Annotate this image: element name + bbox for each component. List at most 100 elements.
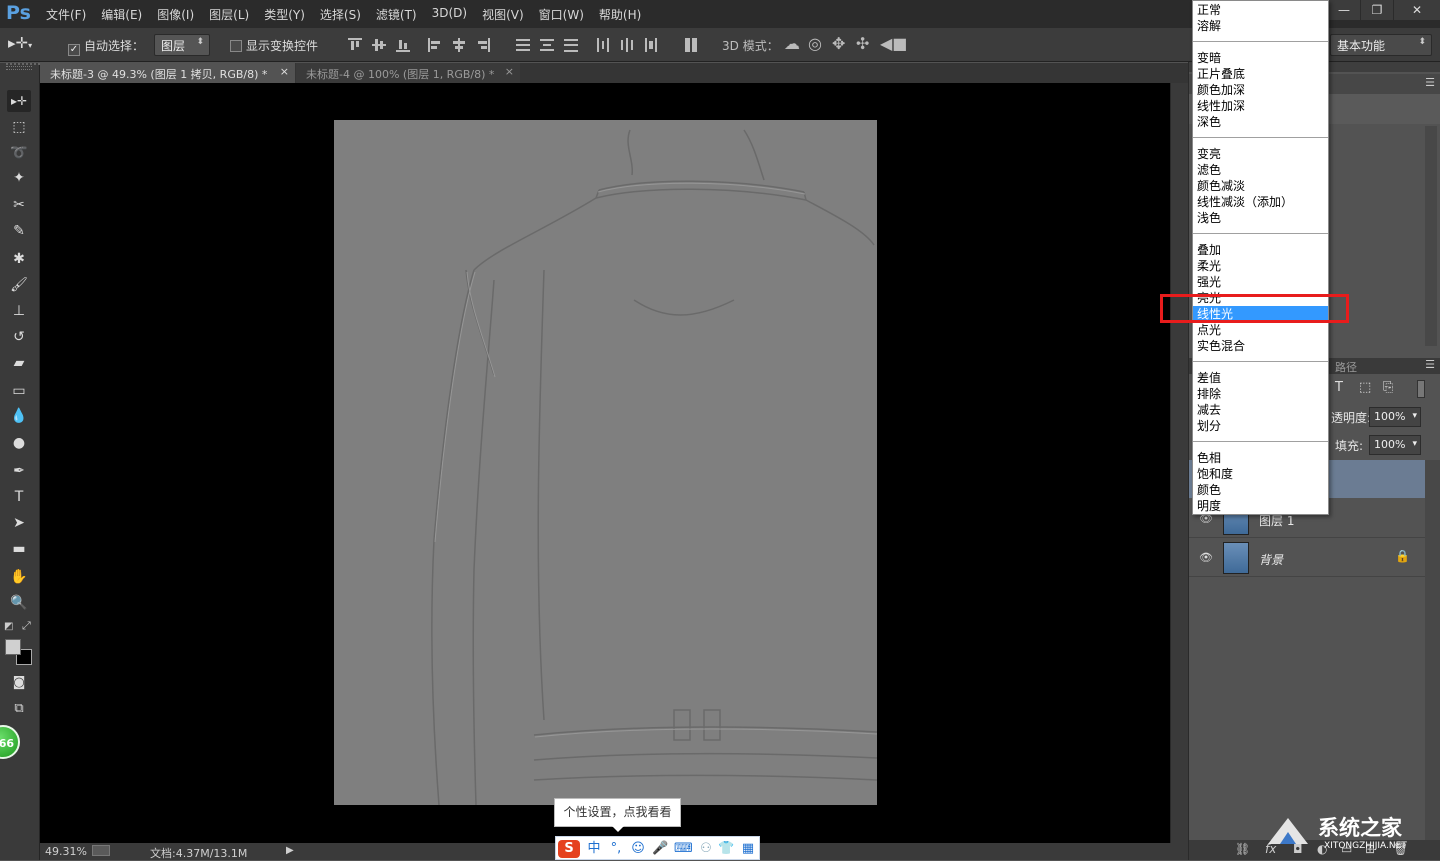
- shape-filter-icon[interactable]: ⬚: [1359, 380, 1371, 395]
- distribute-top-icon[interactable]: [516, 38, 530, 52]
- 3d-slide-icon[interactable]: ✣: [856, 34, 869, 53]
- menu-image[interactable]: 图像(I): [157, 6, 194, 23]
- close-tab-icon[interactable]: ×: [505, 65, 514, 78]
- align-right-icon[interactable]: [476, 38, 490, 52]
- align-left-icon[interactable]: [428, 38, 442, 52]
- distribute-left-icon[interactable]: [596, 38, 610, 52]
- document-canvas[interactable]: [334, 120, 877, 805]
- menu-window[interactable]: 窗口(W): [539, 6, 584, 23]
- crop-tool-icon[interactable]: ✂: [7, 194, 31, 216]
- align-vcenter-icon[interactable]: [372, 38, 386, 52]
- tab-paths[interactable]: 路径: [1335, 359, 1357, 375]
- vertical-scrollbar[interactable]: [1170, 83, 1188, 843]
- skin-icon[interactable]: 👕: [718, 840, 734, 858]
- gradient-tool-icon[interactable]: ▭: [7, 380, 31, 402]
- blend-mode-option[interactable]: 溶解: [1193, 18, 1328, 34]
- eyedropper-tool-icon[interactable]: ✎: [7, 220, 31, 242]
- shape-tool-icon[interactable]: ▬: [7, 538, 31, 560]
- workspace-dropdown[interactable]: 基本功能 ⬍: [1330, 34, 1432, 56]
- blend-mode-option[interactable]: 正片叠底: [1193, 66, 1328, 82]
- auto-align-icon[interactable]: [684, 38, 698, 52]
- blend-mode-option[interactable]: 线性加深: [1193, 98, 1328, 114]
- menu-filter[interactable]: 滤镜(T): [376, 6, 417, 23]
- minimize-button[interactable]: —: [1328, 0, 1360, 20]
- 3d-roll-icon[interactable]: ◎: [808, 34, 822, 53]
- hand-tool-icon[interactable]: ✋: [7, 566, 31, 588]
- history-brush-tool-icon[interactable]: ↺: [7, 326, 31, 348]
- blend-mode-option[interactable]: 颜色: [1193, 482, 1328, 498]
- marquee-tool-icon[interactable]: ⬚: [7, 116, 31, 138]
- move-tool-icon[interactable]: ▸✛: [7, 90, 31, 112]
- distribute-vcenter-icon[interactable]: [540, 38, 554, 52]
- chevron-down-icon[interactable]: ▾: [1412, 411, 1417, 421]
- blur-tool-icon[interactable]: 💧: [7, 405, 31, 427]
- tab-document-4[interactable]: 未标题-4 @ 100% (图层 1, RGB/8) * ×: [296, 63, 520, 83]
- status-preview-icon[interactable]: [92, 845, 110, 856]
- screen-mode-icon[interactable]: ⧉: [7, 698, 31, 720]
- menu-type[interactable]: 类型(Y): [264, 6, 305, 23]
- blend-mode-option[interactable]: 排除: [1193, 386, 1328, 402]
- close-tab-icon[interactable]: ×: [280, 65, 289, 78]
- blend-mode-option[interactable]: 滤色: [1193, 162, 1328, 178]
- quick-mask-icon[interactable]: ◙: [7, 672, 31, 694]
- align-top-icon[interactable]: [348, 38, 362, 52]
- auto-select-checkbox[interactable]: ✓ 自动选择：: [68, 37, 144, 56]
- auto-select-dropdown[interactable]: 图层 ⬍: [154, 34, 210, 56]
- default-colors-icon[interactable]: ◩: [4, 621, 13, 632]
- chevron-down-icon[interactable]: ▾: [1412, 439, 1417, 449]
- emoji-icon[interactable]: ☺: [630, 840, 646, 858]
- dodge-tool-icon[interactable]: ●: [7, 432, 31, 454]
- blend-mode-option[interactable]: 色相: [1193, 450, 1328, 466]
- restore-button[interactable]: ❐: [1361, 0, 1393, 20]
- align-bottom-icon[interactable]: [396, 38, 410, 52]
- sogou-logo-icon[interactable]: S: [558, 840, 580, 858]
- lasso-tool-icon[interactable]: ➰: [7, 142, 31, 164]
- blend-mode-option[interactable]: 正常: [1193, 2, 1328, 18]
- eraser-tool-icon[interactable]: ▰: [7, 352, 31, 374]
- menu-edit[interactable]: 编辑(E): [101, 6, 142, 23]
- chinese-mode-icon[interactable]: 中: [586, 840, 602, 858]
- canvas-area[interactable]: [40, 83, 1170, 843]
- zoom-level[interactable]: 49.31%: [45, 845, 87, 858]
- type-filter-icon[interactable]: T: [1335, 380, 1343, 395]
- panel-menu-icon[interactable]: ☰: [1425, 358, 1435, 371]
- visibility-eye-icon[interactable]: 👁: [1199, 551, 1213, 564]
- blend-mode-option[interactable]: 差值: [1193, 370, 1328, 386]
- speed-badge[interactable]: 66: [0, 725, 20, 759]
- menu-layer[interactable]: 图层(L): [209, 6, 249, 23]
- ime-tooltip[interactable]: 个性设置，点我看看: [554, 798, 681, 827]
- user-icon[interactable]: ⚇: [698, 840, 714, 858]
- show-transform-checkbox[interactable]: 显示变换控件: [230, 37, 318, 54]
- link-layers-icon[interactable]: ⛓: [1235, 842, 1250, 856]
- status-menu-arrow-icon[interactable]: ▶: [286, 845, 294, 856]
- voice-icon[interactable]: 🎤: [652, 840, 668, 858]
- healing-brush-tool-icon[interactable]: ✱: [7, 248, 31, 270]
- 3d-pan-icon[interactable]: ✥: [832, 34, 845, 53]
- blend-mode-option[interactable]: 划分: [1193, 418, 1328, 434]
- 3d-rotate-icon[interactable]: ☁: [784, 34, 800, 53]
- menu-file[interactable]: 文件(F): [46, 6, 86, 23]
- blend-mode-option[interactable]: 实色混合: [1193, 338, 1328, 354]
- align-hcenter-icon[interactable]: [452, 38, 466, 52]
- blend-mode-option[interactable]: 减去: [1193, 402, 1328, 418]
- zoom-tool-icon[interactable]: 🔍: [7, 592, 31, 614]
- foreground-color-swatch[interactable]: [5, 639, 21, 655]
- blend-mode-option[interactable]: 线性减淡（添加）: [1193, 194, 1328, 210]
- blend-mode-option[interactable]: 柔光: [1193, 258, 1328, 274]
- blend-mode-option[interactable]: 深色: [1193, 114, 1328, 130]
- blend-mode-option[interactable]: 变暗: [1193, 50, 1328, 66]
- blend-mode-option[interactable]: 点光: [1193, 322, 1328, 338]
- menu-3d[interactable]: 3D(D): [432, 6, 467, 23]
- panel-menu-icon[interactable]: ☰: [1425, 76, 1435, 89]
- menu-view[interactable]: 视图(V): [482, 6, 524, 23]
- clone-stamp-tool-icon[interactable]: ⊥: [7, 300, 31, 322]
- tab-document-3[interactable]: 未标题-3 @ 49.3% (图层 1 拷贝, RGB/8) * ×: [40, 63, 295, 83]
- blend-mode-option[interactable]: 浅色: [1193, 210, 1328, 226]
- pen-tool-icon[interactable]: ✒: [7, 460, 31, 482]
- magic-wand-tool-icon[interactable]: ✦: [7, 167, 31, 189]
- menu-select[interactable]: 选择(S): [320, 6, 361, 23]
- menu-help[interactable]: 帮助(H): [599, 6, 641, 23]
- punctuation-icon[interactable]: °,: [608, 840, 624, 858]
- keyboard-icon[interactable]: ⌨: [674, 840, 693, 858]
- blend-mode-option[interactable]: 强光: [1193, 274, 1328, 290]
